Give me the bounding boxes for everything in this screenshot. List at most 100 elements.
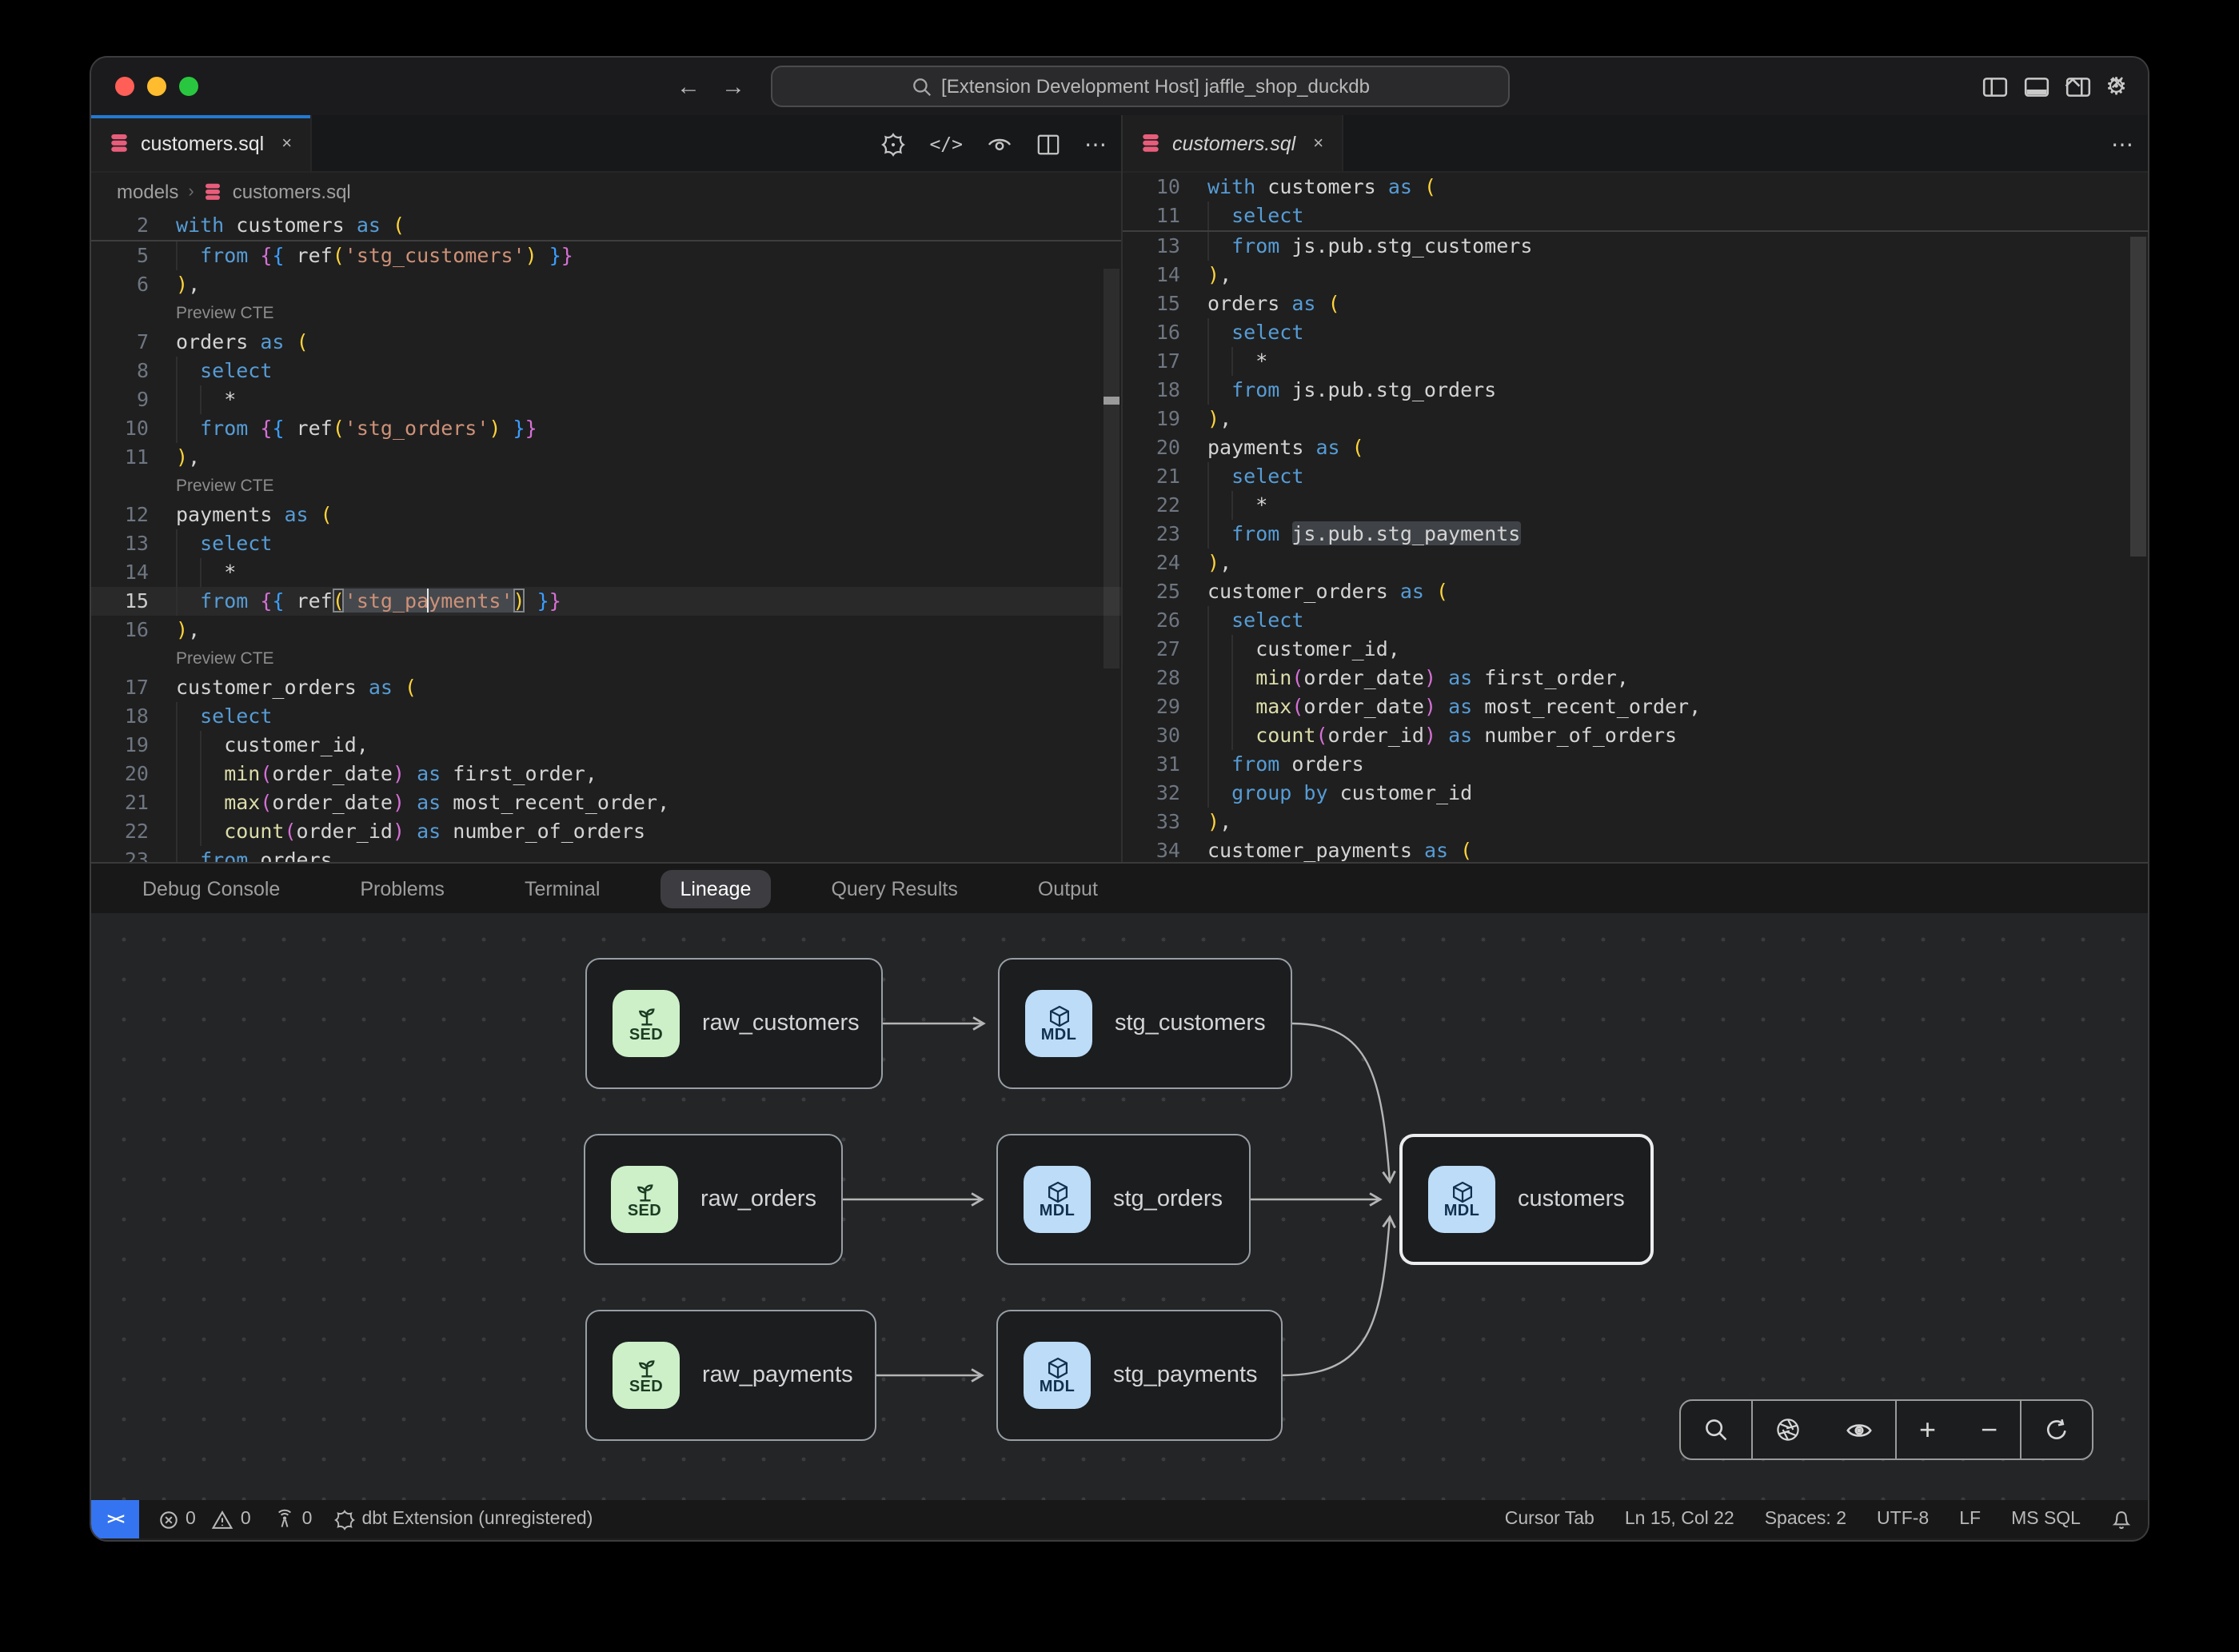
right-scrollbar[interactable] bbox=[2130, 230, 2146, 862]
close-panel-icon[interactable]: ✕ bbox=[2109, 71, 2125, 94]
code-line[interactable]: 7orders as ( bbox=[91, 328, 1121, 357]
problems-status[interactable]: 0 0 bbox=[158, 1509, 251, 1530]
preview-eye-icon[interactable] bbox=[987, 131, 1012, 157]
code-line[interactable]: 14 * bbox=[91, 558, 1121, 587]
eol-status[interactable]: LF bbox=[1959, 1510, 1981, 1529]
code-line[interactable]: 9 * bbox=[91, 385, 1121, 414]
indentation-status[interactable]: Spaces: 2 bbox=[1765, 1510, 1846, 1529]
code-line[interactable]: 16), bbox=[91, 616, 1121, 644]
compiled-code-icon[interactable]: </> bbox=[929, 133, 963, 155]
breadcrumb-folder[interactable]: models bbox=[117, 181, 178, 203]
language-mode-status[interactable]: MS SQL bbox=[2011, 1510, 2081, 1529]
split-editor-icon[interactable] bbox=[1036, 132, 1060, 156]
remote-indicator[interactable]: >< bbox=[91, 1500, 139, 1538]
code-line[interactable]: 12payments as ( bbox=[91, 501, 1121, 529]
more-actions-icon[interactable]: ⋯ bbox=[1084, 130, 1108, 158]
code-line[interactable]: 25customer_orders as ( bbox=[1123, 577, 2148, 606]
code-line[interactable]: 5 from {{ ref('stg_customers') }} bbox=[91, 241, 1121, 270]
code-line[interactable]: 21 select bbox=[1123, 462, 2148, 491]
lineage-node-raw_customers[interactable]: SEDraw_customers bbox=[585, 958, 883, 1089]
breadcrumb[interactable]: models › customers.sql bbox=[91, 173, 1121, 211]
close-tab-icon[interactable]: × bbox=[1313, 134, 1323, 153]
refresh-icon[interactable] bbox=[2020, 1401, 2092, 1458]
dbt-extension-status[interactable]: dbt Extension (unregistered) bbox=[334, 1509, 593, 1530]
code-line[interactable]: 10with customers as ( bbox=[1123, 173, 2148, 202]
command-center-search[interactable]: [Extension Development Host] jaffle_shop… bbox=[771, 66, 1510, 107]
code-line[interactable]: 20 min(order_date) as first_order, bbox=[91, 760, 1121, 788]
code-line[interactable]: 24), bbox=[1123, 549, 2148, 577]
code-line[interactable]: 27 customer_id, bbox=[1123, 635, 2148, 664]
ports-status[interactable]: 0 bbox=[273, 1508, 313, 1530]
encoding-status[interactable]: UTF-8 bbox=[1877, 1510, 1929, 1529]
code-line[interactable]: 6), bbox=[91, 270, 1121, 299]
left-scrollbar[interactable] bbox=[1104, 269, 1120, 862]
panel-tab-problems[interactable]: Problems bbox=[341, 869, 464, 908]
code-line[interactable]: 18 select bbox=[91, 702, 1121, 731]
lineage-node-raw_orders[interactable]: SEDraw_orders bbox=[584, 1134, 843, 1265]
panel-tab-output[interactable]: Output bbox=[1019, 869, 1117, 908]
toggle-panel-icon[interactable] bbox=[2022, 73, 2049, 100]
code-line[interactable]: 11), bbox=[91, 443, 1121, 472]
code-line[interactable]: 15 from {{ ref('stg_payments') }} bbox=[91, 587, 1121, 616]
code-line[interactable]: 14), bbox=[1123, 261, 2148, 289]
aperture-icon[interactable] bbox=[1751, 1401, 1823, 1458]
panel-tab-lineage[interactable]: Lineage bbox=[661, 869, 770, 908]
code-line[interactable]: 11 select bbox=[1123, 202, 2148, 230]
code-line[interactable]: 17customer_orders as ( bbox=[91, 673, 1121, 702]
zoom-in-icon[interactable]: + bbox=[1895, 1401, 1958, 1458]
code-line[interactable]: 19 customer_id, bbox=[91, 731, 1121, 760]
codelens-row[interactable]: Preview CTE bbox=[91, 299, 1121, 328]
code-line[interactable]: 10 from {{ ref('stg_orders') }} bbox=[91, 414, 1121, 443]
close-window-button[interactable] bbox=[115, 77, 134, 96]
chevron-up-icon[interactable] bbox=[2061, 71, 2084, 94]
codelens-row[interactable]: Preview CTE bbox=[91, 472, 1121, 501]
bell-icon[interactable] bbox=[2111, 1509, 2132, 1530]
lineage-canvas[interactable]: SEDraw_customers MDLstg_customers SEDraw_o… bbox=[91, 913, 2148, 1502]
search-icon[interactable] bbox=[1681, 1401, 1751, 1458]
code-line[interactable]: 8 select bbox=[91, 357, 1121, 385]
cursor-tab-status[interactable]: Cursor Tab bbox=[1505, 1510, 1594, 1529]
code-line[interactable]: 23 from orders bbox=[91, 846, 1121, 862]
more-actions-icon[interactable]: ⋯ bbox=[2111, 130, 2135, 158]
tab-customers-sql-compiled[interactable]: customers.sql × bbox=[1123, 115, 1343, 171]
forward-icon[interactable]: → bbox=[721, 73, 745, 100]
toggle-primary-sidebar-icon[interactable] bbox=[1981, 73, 2008, 100]
panel-tab-terminal[interactable]: Terminal bbox=[505, 869, 620, 908]
left-code-editor[interactable]: 2with customers as ( 5 from {{ ref('stg_… bbox=[91, 211, 1121, 862]
code-line[interactable]: 13 from js.pub.stg_customers bbox=[1123, 232, 2148, 261]
code-line[interactable]: 23 from js.pub.stg_payments bbox=[1123, 520, 2148, 549]
code-line[interactable]: 20payments as ( bbox=[1123, 433, 2148, 462]
code-line[interactable]: 22 * bbox=[1123, 491, 2148, 520]
cursor-position-status[interactable]: Ln 15, Col 22 bbox=[1625, 1510, 1734, 1529]
lineage-node-stg_orders[interactable]: MDLstg_orders bbox=[996, 1134, 1251, 1265]
code-line[interactable]: 16 select bbox=[1123, 318, 2148, 347]
code-line[interactable]: 19), bbox=[1123, 405, 2148, 433]
code-line[interactable]: 31 from orders bbox=[1123, 750, 2148, 779]
panel-tab-debug-console[interactable]: Debug Console bbox=[123, 869, 299, 908]
zoom-out-icon[interactable]: − bbox=[1958, 1401, 2020, 1458]
lineage-node-raw_payments[interactable]: SEDraw_payments bbox=[585, 1310, 876, 1441]
code-line[interactable]: 26 select bbox=[1123, 606, 2148, 635]
eye-icon[interactable] bbox=[1823, 1401, 1895, 1458]
code-line[interactable]: 33), bbox=[1123, 808, 2148, 836]
code-line[interactable]: 22 count(order_id) as number_of_orders bbox=[91, 817, 1121, 846]
lineage-node-stg_payments[interactable]: MDLstg_payments bbox=[996, 1310, 1283, 1441]
back-icon[interactable]: ← bbox=[676, 73, 700, 100]
lineage-node-stg_customers[interactable]: MDLstg_customers bbox=[998, 958, 1292, 1089]
close-tab-icon[interactable]: × bbox=[281, 134, 292, 153]
code-line[interactable]: 32 group by customer_id bbox=[1123, 779, 2148, 808]
code-line[interactable]: 30 count(order_id) as number_of_orders bbox=[1123, 721, 2148, 750]
minimize-window-button[interactable] bbox=[147, 77, 166, 96]
code-line[interactable]: 34customer_payments as ( bbox=[1123, 836, 2148, 862]
code-line[interactable]: 29 max(order_date) as most_recent_order, bbox=[1123, 692, 2148, 721]
panel-tab-query-results[interactable]: Query Results bbox=[812, 869, 976, 908]
code-line[interactable]: 28 min(order_date) as first_order, bbox=[1123, 664, 2148, 692]
codelens-row[interactable]: Preview CTE bbox=[91, 644, 1121, 673]
code-line[interactable]: 21 max(order_date) as most_recent_order, bbox=[91, 788, 1121, 817]
dbt-icon[interactable] bbox=[881, 132, 905, 156]
maximize-window-button[interactable] bbox=[179, 77, 198, 96]
code-line[interactable]: 17 * bbox=[1123, 347, 2148, 376]
breadcrumb-file[interactable]: customers.sql bbox=[233, 181, 351, 203]
code-line[interactable]: 15orders as ( bbox=[1123, 289, 2148, 318]
right-code-editor[interactable]: 10with customers as (11 select 13 from j… bbox=[1123, 173, 2148, 862]
